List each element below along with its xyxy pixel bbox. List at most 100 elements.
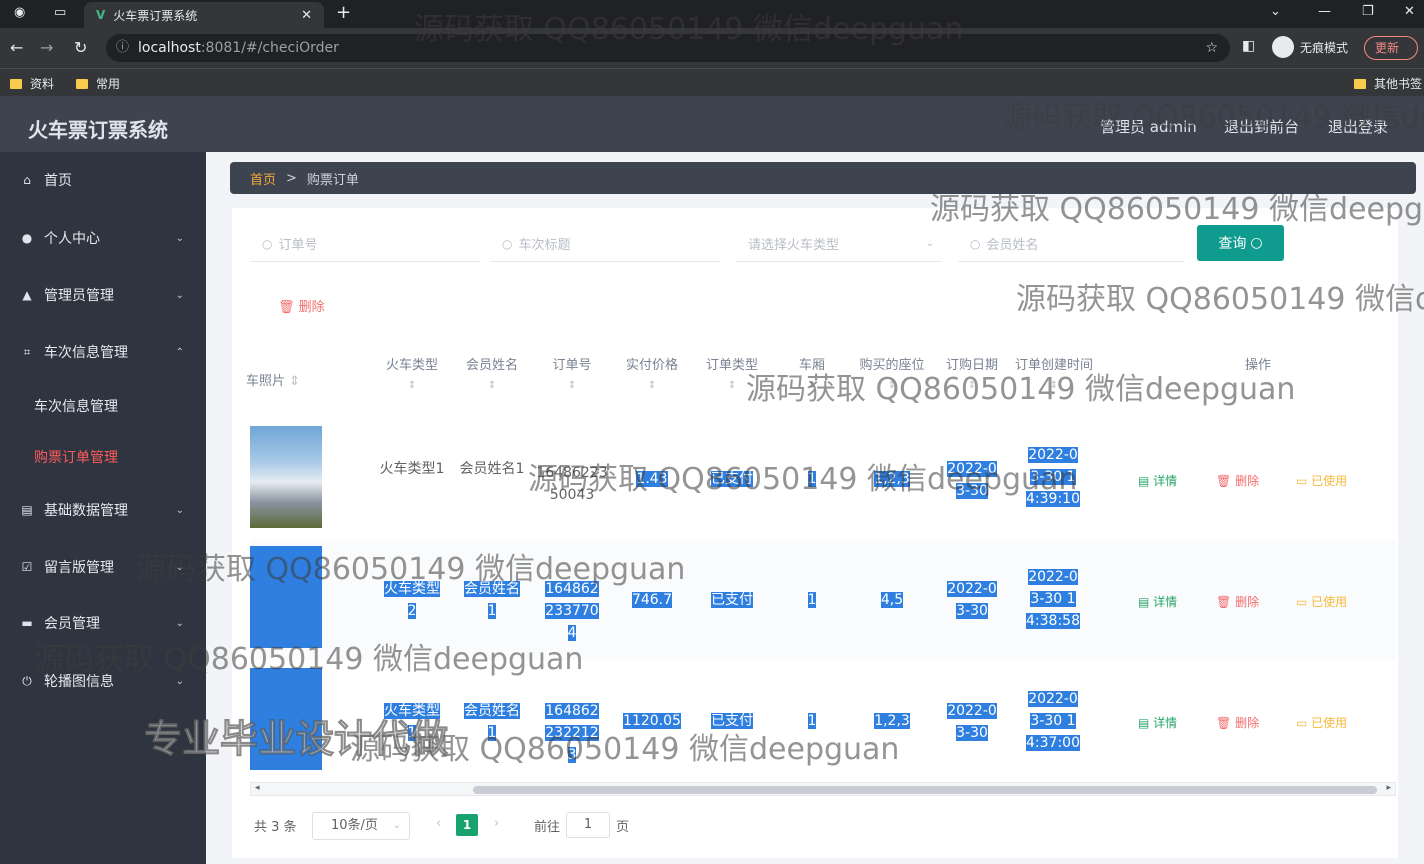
sidebar-item-label: 管理员管理 xyxy=(44,288,114,304)
page-number[interactable]: 1 xyxy=(456,814,478,836)
used-label: 已使用 xyxy=(1311,474,1348,488)
cell-member: 会员姓名1 xyxy=(459,461,525,477)
admin-icon: ▲ xyxy=(22,288,32,302)
home-icon: ⌂ xyxy=(23,173,31,187)
prev-page-icon[interactable]: ‹ xyxy=(436,816,441,831)
goto-page-input[interactable]: 1 xyxy=(566,812,610,838)
maximize-icon[interactable]: ❐ xyxy=(1362,4,1374,19)
close-tab-icon[interactable]: ✕ xyxy=(301,8,312,23)
member-name-placeholder: 会员姓名 xyxy=(986,238,1039,253)
pagination-total: 共 3 条 xyxy=(254,820,297,835)
url-host: localhost xyxy=(138,40,201,56)
cell-created: 2022-03-30 14:38:58 xyxy=(1026,569,1080,629)
chevron-down-icon: ⌄ xyxy=(175,504,184,516)
chevron-down-icon: ⌄ xyxy=(925,238,934,249)
search-icon: ○ xyxy=(1250,235,1263,251)
scroll-left-icon[interactable]: ◂ xyxy=(255,783,260,793)
sidebar-item-trains[interactable]: ⌗ 车次信息管理 ⌃ xyxy=(0,334,206,370)
used-button[interactable]: ▭ 已使用 xyxy=(1296,593,1347,610)
detail-button[interactable]: ▤ 详情 xyxy=(1138,593,1177,610)
breadcrumb-home[interactable]: 首页 xyxy=(250,169,276,188)
browser-menu-icon[interactable]: ◉ xyxy=(14,5,25,20)
th-label: 实付价格 xyxy=(625,358,678,373)
delete-label: 删除 xyxy=(1235,595,1260,609)
th-label: 会员姓名 xyxy=(465,358,518,373)
minimize-icon[interactable]: — xyxy=(1318,4,1331,19)
train-photo xyxy=(250,426,322,528)
ticket-icon: ▭ xyxy=(1296,715,1308,730)
close-window-icon[interactable]: ✕ xyxy=(1404,4,1415,19)
member-name-input[interactable]: ○ 会员姓名 xyxy=(958,226,1184,262)
monitor-icon: ▬ xyxy=(21,616,33,630)
used-button[interactable]: ▭ 已使用 xyxy=(1296,714,1347,731)
train-title-input[interactable]: ○ 车次标题 xyxy=(490,226,720,262)
delete-button[interactable]: 🗑 删除 xyxy=(1216,593,1259,610)
other-bookmarks[interactable]: 其他书签 xyxy=(1354,75,1422,92)
next-page-icon[interactable]: › xyxy=(494,816,499,831)
site-info-icon[interactable]: ⓘ xyxy=(116,34,129,62)
bookmark-folder-2[interactable]: 常用 xyxy=(76,75,120,92)
bookmark-folder-1[interactable]: 资料 xyxy=(10,75,54,92)
batch-delete-button[interactable]: 🗑 删除 xyxy=(278,296,325,315)
used-button[interactable]: ▭ 已使用 xyxy=(1296,472,1347,489)
delete-button[interactable]: 🗑 删除 xyxy=(1216,714,1259,731)
th-price[interactable]: 实付价格 ⇕ xyxy=(612,356,692,396)
chevron-down-icon: ⌄ xyxy=(392,820,401,831)
incognito-indicator[interactable]: 无痕模式 xyxy=(1272,36,1348,58)
page-size-value: 10条/页 xyxy=(331,818,378,833)
new-tab-icon[interactable]: + xyxy=(336,2,351,23)
document-icon: ▤ xyxy=(21,503,33,517)
sidebar-item-profile[interactable]: ● 个人中心 ⌄ xyxy=(0,220,206,256)
back-icon[interactable]: ← xyxy=(10,38,23,57)
detail-button[interactable]: ▤ 详情 xyxy=(1138,714,1177,731)
document-icon: ▤ xyxy=(1138,473,1150,488)
bookmark-star-icon[interactable]: ☆ xyxy=(1205,34,1218,62)
th-order-no[interactable]: 订单号 ⇕ xyxy=(532,356,612,396)
sort-icon: ⇕ xyxy=(487,380,497,391)
update-button[interactable]: 更新 xyxy=(1364,36,1418,60)
forward-icon[interactable]: → xyxy=(40,38,53,57)
trash-icon: 🗑 xyxy=(1216,594,1232,609)
train-type-select[interactable]: 请选择火车类型 ⌄ xyxy=(736,226,942,262)
tab-search-icon[interactable]: ▭ xyxy=(54,5,66,20)
goto-suffix: 页 xyxy=(616,820,630,835)
page-size-select[interactable]: 10条/页 ⌄ xyxy=(312,812,410,840)
detail-label: 详情 xyxy=(1153,474,1178,488)
goto-prefix: 前往 xyxy=(534,820,561,835)
scrollbar-thumb[interactable] xyxy=(473,786,1377,794)
used-label: 已使用 xyxy=(1311,716,1348,730)
chevron-down-icon: ⌄ xyxy=(175,617,184,629)
cell-created: 2022-03-30 14:37:00 xyxy=(1026,691,1080,751)
sidepanel-icon[interactable]: ◧ xyxy=(1242,38,1255,54)
th-label: 车照片 xyxy=(246,374,286,389)
other-bookmarks-label: 其他书签 xyxy=(1374,77,1423,91)
scroll-right-icon[interactable]: ▸ xyxy=(1386,783,1391,793)
sidebar-subitem-train-info[interactable]: 车次信息管理 xyxy=(34,396,118,416)
reload-icon[interactable]: ↻ xyxy=(74,38,87,57)
breadcrumb-current: 购票订单 xyxy=(306,172,359,188)
watermark: 源码获取 QQ86050149 微信deepguan xyxy=(746,372,1296,407)
sidebar-item-basic-data[interactable]: ▤ 基础数据管理 ⌄ xyxy=(0,492,206,528)
th-train-type[interactable]: 火车类型 ⇕ xyxy=(372,356,452,396)
browser-tab[interactable]: V 火车票订票系统 ✕ xyxy=(84,2,324,28)
watermark: 源码获取 QQ86050149 微信deepguan xyxy=(414,12,964,47)
query-button[interactable]: 查询 ○ xyxy=(1197,225,1284,261)
trash-icon: 🗑 xyxy=(1216,473,1232,488)
horizontal-scrollbar[interactable]: ◂ ▸ xyxy=(250,782,1396,796)
detail-button[interactable]: ▤ 详情 xyxy=(1138,472,1177,489)
sidebar-subitem-orders[interactable]: 购票订单管理 xyxy=(34,447,118,467)
used-label: 已使用 xyxy=(1311,595,1348,609)
order-no-input[interactable]: ○ 订单号 xyxy=(250,226,480,262)
th-photo[interactable]: 车照片 ⇕ xyxy=(246,372,306,392)
chevron-down-icon: ⌄ xyxy=(175,289,184,301)
cell-price: 746.7 xyxy=(631,592,673,608)
folder-icon xyxy=(10,78,22,89)
tab-list-icon[interactable]: ⌄ xyxy=(1270,4,1281,19)
delete-button[interactable]: 🗑 删除 xyxy=(1216,472,1259,489)
th-member[interactable]: 会员姓名 ⇕ xyxy=(452,356,532,396)
watermark: 源码获取 QQ86050149 微信deepguan xyxy=(34,642,584,677)
sidebar-item-home[interactable]: ⌂ 首页 xyxy=(0,162,206,198)
sidebar-item-admin[interactable]: ▲ 管理员管理 ⌄ xyxy=(0,277,206,313)
train-type-placeholder: 请选择火车类型 xyxy=(748,238,840,253)
url-path: :8081/#/checiOrder xyxy=(200,40,339,56)
